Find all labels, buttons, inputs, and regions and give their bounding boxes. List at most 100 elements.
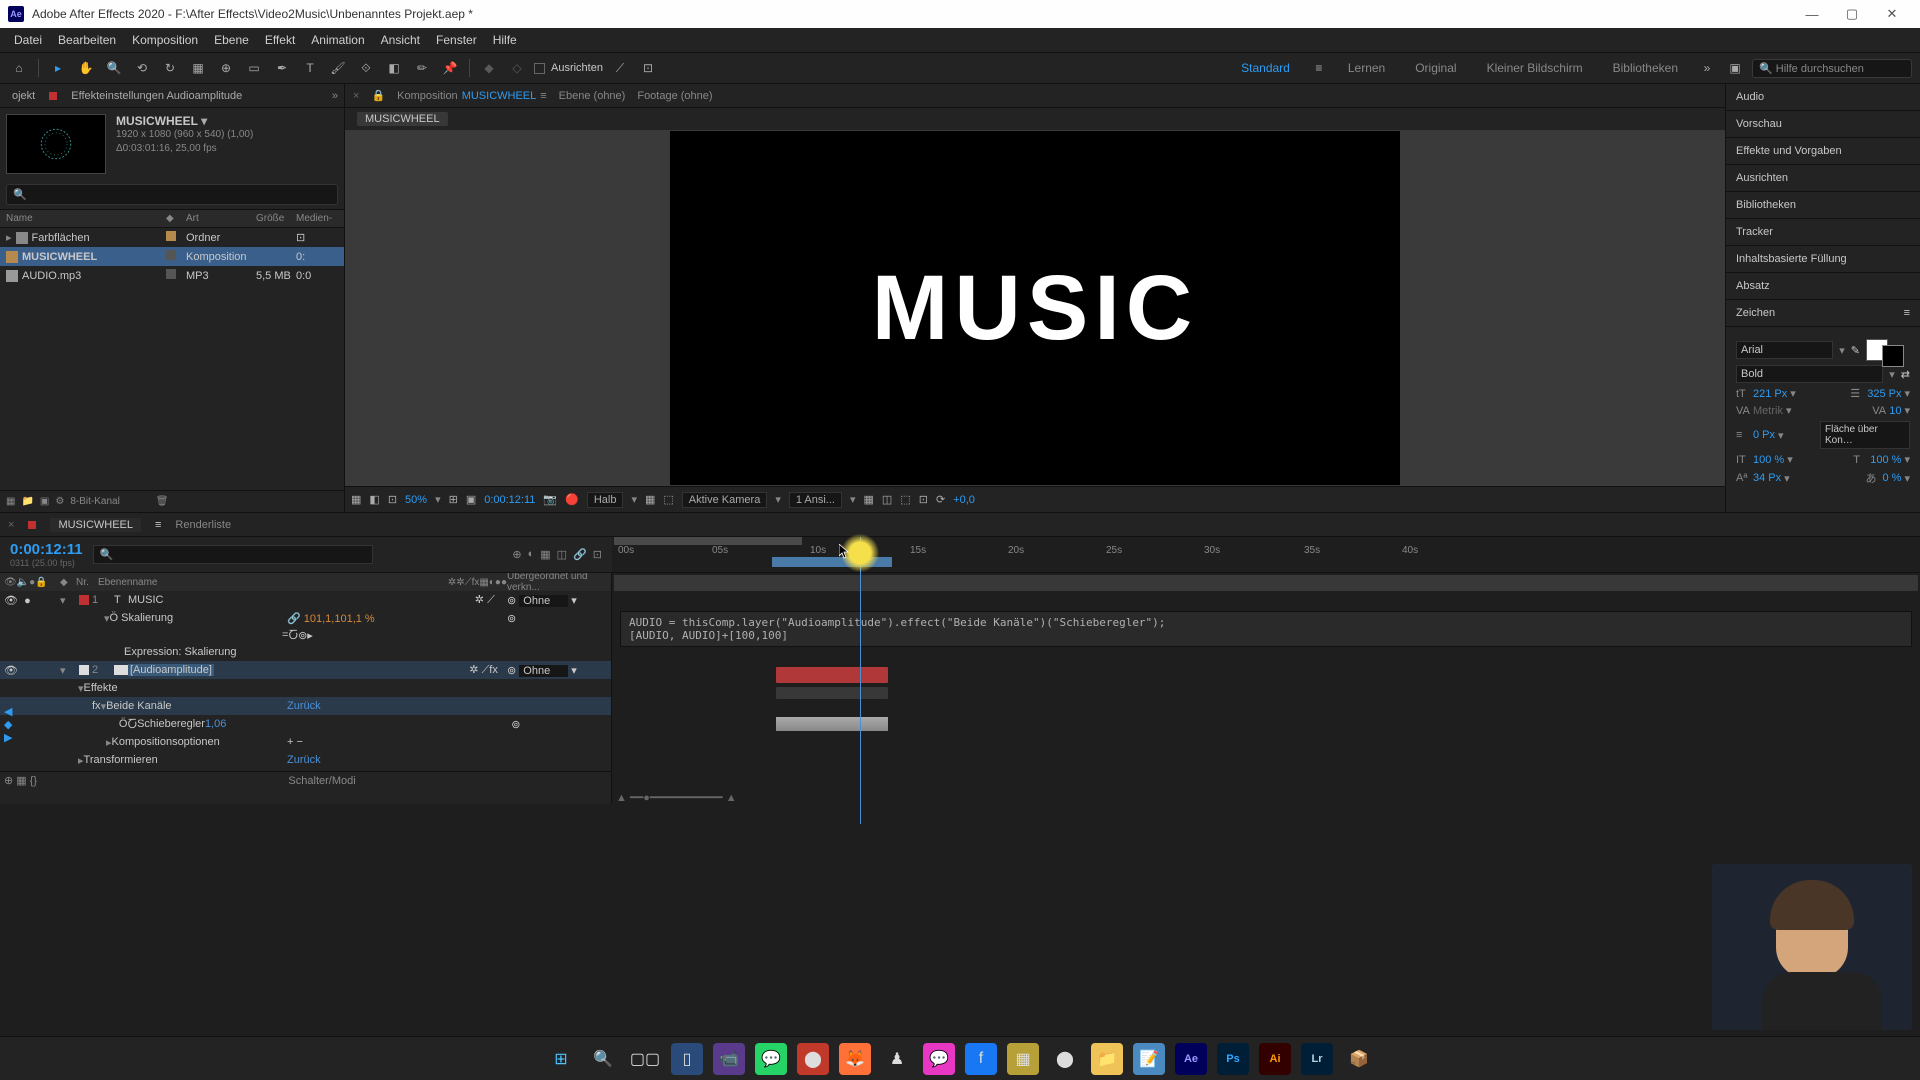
workspace-kleiner[interactable]: Kleiner Bildschirm	[1475, 61, 1595, 75]
roi-icon[interactable]: ▣	[466, 493, 476, 506]
rotate-tool[interactable]: ↻	[159, 57, 181, 79]
scale-value[interactable]: 101,1,101,1 %	[304, 613, 375, 625]
type-tool[interactable]: T	[299, 57, 321, 79]
exposure[interactable]: +0,0	[953, 494, 975, 506]
view-opt-3-icon[interactable]: ⬚	[900, 493, 910, 506]
tl-switch-4-icon[interactable]: ◫	[557, 548, 567, 561]
notepad-taskbar-icon[interactable]: 📝	[1133, 1043, 1165, 1075]
footage-tab[interactable]: Footage (ohne)	[637, 90, 712, 102]
tool-opt-1[interactable]: ◆	[478, 57, 500, 79]
timeline-timecode[interactable]: 0:00:12:11	[10, 541, 83, 558]
align-checkbox[interactable]	[534, 63, 545, 74]
start-button[interactable]: ⊞	[545, 1043, 577, 1075]
after-effects-taskbar-icon[interactable]: Ae	[1175, 1043, 1207, 1075]
zoom-dropdown[interactable]: 50%	[405, 494, 427, 506]
app-taskbar-1[interactable]: 📹	[713, 1043, 745, 1075]
tl-switch-1-icon[interactable]: ⊕	[512, 548, 521, 561]
timeline-tracks[interactable]: AUDIO = thisComp.layer("Audioamplitude")…	[612, 573, 1920, 804]
layer-2-comp-options[interactable]: ▸ Kompositionsoptionen+ −	[0, 733, 611, 751]
layer-2-effects[interactable]: ▾ Effekte	[0, 679, 611, 697]
composition-canvas[interactable]: MUSIC	[670, 131, 1400, 485]
tsume-value[interactable]: 0 %	[1883, 472, 1902, 484]
view-opt-4-icon[interactable]: ⊡	[919, 493, 928, 506]
workspace-menu-icon[interactable]: ≡	[1308, 57, 1330, 79]
zoom-tool[interactable]: 🔍	[103, 57, 125, 79]
layer-2-fx-beide[interactable]: fx ▾ Beide KanäleZurück	[0, 697, 611, 715]
view-opt-5-icon[interactable]: ⟳	[936, 493, 945, 506]
timeline-search[interactable]: 🔍	[93, 545, 373, 564]
comp-tab-lock-icon[interactable]: 🔒	[371, 89, 385, 102]
photoshop-taskbar-icon[interactable]: Ps	[1217, 1043, 1249, 1075]
menu-hilfe[interactable]: Hilfe	[485, 33, 525, 47]
panel-bibliotheken[interactable]: Bibliotheken	[1726, 192, 1920, 219]
shape-tool[interactable]: ▭	[243, 57, 265, 79]
new-folder-icon[interactable]: 📁	[21, 496, 33, 507]
viewer-opt-3-icon[interactable]: ⊡	[388, 493, 397, 506]
stopwatch-icon[interactable]: Ö	[110, 612, 119, 624]
panel-zeichen[interactable]: Zeichen≡	[1726, 300, 1920, 327]
panel-overflow-icon[interactable]: »	[332, 90, 338, 102]
interpret-footage-icon[interactable]: ▦	[6, 496, 15, 507]
pan-behind-tool[interactable]: ⊕	[215, 57, 237, 79]
layer-1-music[interactable]: 👁 ● ▾ 1 T MUSIC ✲ ⟋ ⊚ Ohne ▾	[0, 591, 611, 609]
menu-ebene[interactable]: Ebene	[206, 33, 257, 47]
layer-1-bar[interactable]	[614, 575, 1918, 591]
comp-thumbnail[interactable]	[6, 114, 106, 174]
menu-ansicht[interactable]: Ansicht	[373, 33, 428, 47]
slider-stopwatch-icon[interactable]: Ö	[119, 718, 128, 730]
facebook-taskbar-icon[interactable]: f	[965, 1043, 997, 1075]
trash-icon[interactable]: 🗑	[156, 496, 169, 507]
stroke-width-value[interactable]: 0 Px	[1753, 429, 1775, 441]
timeline-close-icon[interactable]: ×	[8, 519, 14, 531]
project-header[interactable]: Name ◆ Art Größe Medien-	[0, 209, 344, 228]
expr-pickwhip-icon[interactable]: ⊚	[298, 629, 307, 642]
new-comp-icon[interactable]: ▣	[40, 496, 49, 507]
fill-stroke-order[interactable]: Fläche über Kon…	[1820, 421, 1910, 449]
resolution-toggle-icon[interactable]: ⊞	[449, 493, 458, 506]
app-taskbar-5[interactable]: 📦	[1343, 1043, 1375, 1075]
cti-handle[interactable]	[841, 534, 879, 572]
hand-tool[interactable]: ✋	[75, 57, 97, 79]
timeline-ruler[interactable]: 00s 05s 10s 15s 20s 25s 30s 35s 40s	[612, 537, 1920, 572]
layer-2-slider[interactable]: ◀ ◆ ▶Ö Ⴀ Schieberegler1,06⊚	[0, 715, 611, 733]
explorer-taskbar-icon[interactable]: ▯	[671, 1043, 703, 1075]
effect-controls-tab[interactable]: Effekteinstellungen Audioamplitude	[65, 88, 248, 104]
tl-switch-5-icon[interactable]: 🔗	[573, 548, 587, 561]
hscale-value[interactable]: 100 %	[1870, 454, 1901, 466]
home-button[interactable]: ⌂	[8, 57, 30, 79]
file-explorer-taskbar-icon[interactable]: 📁	[1091, 1043, 1123, 1075]
close-button[interactable]: ✕	[1872, 6, 1912, 22]
workspace-bibliotheken[interactable]: Bibliotheken	[1601, 61, 1690, 75]
comp-breadcrumb[interactable]: MUSICWHEEL	[357, 112, 448, 126]
camera-dropdown[interactable]: Aktive Kamera	[682, 492, 768, 508]
tl-switch-2-icon[interactable]: ◐	[528, 548, 535, 561]
channel-icon[interactable]: 🔴	[565, 493, 579, 506]
composition-viewer[interactable]: MUSIC	[345, 130, 1725, 486]
expr-graph-icon[interactable]: Ⴀ	[288, 629, 298, 642]
puppet-tool[interactable]: 📌	[439, 57, 461, 79]
transparency-icon[interactable]: ▦	[645, 493, 655, 506]
kerning-value[interactable]: Metrik	[1753, 405, 1783, 417]
resolution-dropdown[interactable]: Halb	[587, 492, 624, 508]
messenger-taskbar-icon[interactable]: 💬	[923, 1043, 955, 1075]
menu-komposition[interactable]: Komposition	[124, 33, 206, 47]
project-comp-name[interactable]: MUSICWHEEL	[116, 114, 253, 128]
eyedropper-icon[interactable]: ✎	[1851, 344, 1860, 357]
snapshot-icon[interactable]: 📷	[543, 493, 557, 506]
camera-tool[interactable]: ▦	[187, 57, 209, 79]
tl-switch-6-icon[interactable]: ⊡	[593, 548, 602, 561]
panel-tracker[interactable]: Tracker	[1726, 219, 1920, 246]
panel-vorschau[interactable]: Vorschau	[1726, 111, 1920, 138]
app-taskbar-2[interactable]: ⬤	[797, 1043, 829, 1075]
project-settings-icon[interactable]: ⚙	[55, 496, 64, 507]
snap-icon[interactable]: ⟋	[609, 57, 631, 79]
leading-value[interactable]: 325 Px	[1867, 388, 1901, 400]
baseline-value[interactable]: 34 Px	[1753, 472, 1781, 484]
pen-tool[interactable]: ✒	[271, 57, 293, 79]
clone-tool[interactable]: ⟐	[355, 57, 377, 79]
panel-inhaltsfuellung[interactable]: Inhaltsbasierte Füllung	[1726, 246, 1920, 273]
slider-graph-icon[interactable]: Ⴀ	[127, 718, 137, 731]
view-opt-2-icon[interactable]: ◫	[882, 493, 892, 506]
layer-2-audioamplitude[interactable]: 👁 ▾ 2 [Audioamplitude] ✲ ⟋fx ⊚ Ohne ▾	[0, 661, 611, 679]
layer-2-bar[interactable]	[776, 667, 888, 683]
